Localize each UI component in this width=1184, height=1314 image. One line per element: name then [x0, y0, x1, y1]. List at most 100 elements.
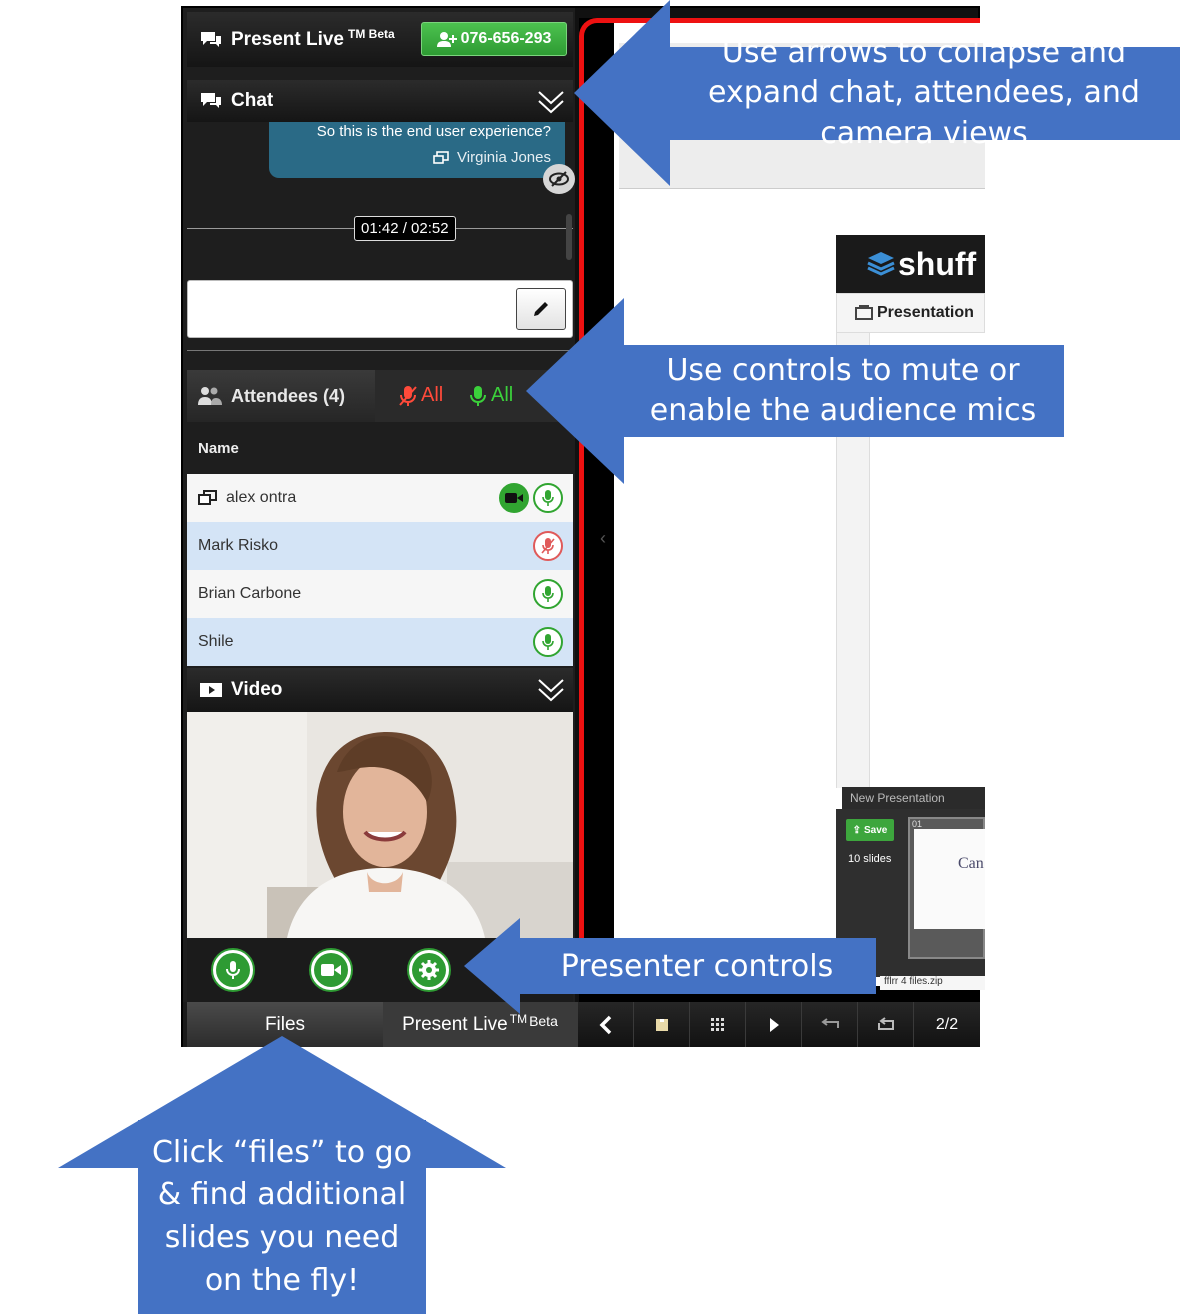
chat-divider	[187, 350, 573, 351]
attendees-title-tab[interactable]: Attendees (4)	[187, 370, 375, 422]
attendee-list: alex ontra Mark Risko Brian Carbone Shil…	[187, 474, 573, 666]
note-icon	[655, 1018, 668, 1031]
presentation-menu-label: Presentation	[877, 304, 974, 321]
stack-logo-icon	[867, 252, 895, 276]
loop-arrow-icon	[877, 1016, 894, 1030]
mic-icon	[542, 490, 554, 506]
slide-thumb-number: 01	[912, 819, 923, 829]
tab-present-live-label: Present Live	[402, 1013, 508, 1035]
video-icon	[200, 683, 222, 697]
annotation-mics-text: Use controls to mute or enable the audie…	[622, 345, 1064, 437]
slide-thumb-text: Can	[914, 829, 985, 929]
panel-toggle-chevron-icon[interactable]: ‹	[600, 528, 606, 549]
play-icon	[769, 1017, 779, 1032]
grid-button[interactable]	[689, 1002, 745, 1047]
shuffle-logo-text: shuff	[898, 245, 977, 282]
mic-icon	[542, 586, 554, 602]
tab-present-live-suffix: Beta	[529, 1012, 558, 1029]
attendees-column-name[interactable]: Name	[187, 422, 573, 474]
attendees-header: Attendees (4) All All	[187, 370, 573, 422]
notes-button[interactable]	[633, 1002, 689, 1047]
chevron-left-icon	[599, 1015, 611, 1034]
chat-title: Chat	[231, 90, 274, 111]
next-button[interactable]	[745, 1002, 801, 1047]
annotation-arrows-text: Use arrows to collapse and expand chat, …	[668, 35, 1180, 151]
camera-icon	[321, 964, 341, 976]
hide-eye-icon[interactable]	[543, 164, 575, 194]
file-strip: fflrr 4 files.zip	[880, 976, 985, 990]
screen-share-icon	[198, 490, 217, 505]
mute-all-label: All	[421, 384, 444, 406]
meeting-id: 076-656-293	[460, 30, 552, 47]
slide-navigation: 2/2	[577, 1002, 980, 1047]
present-live-header: Present Live TM Beta 076-656-293	[187, 12, 573, 67]
unmute-all-label: All	[491, 384, 514, 406]
attendee-mic-button[interactable]	[533, 579, 563, 609]
presentation-icon	[855, 305, 873, 320]
video-header[interactable]: Video	[187, 668, 573, 712]
chat-message: So this is the end user experience? Virg…	[269, 122, 565, 178]
meeting-id-button[interactable]: 076-656-293	[421, 22, 567, 56]
camera-icon	[505, 493, 523, 503]
slide-thumbnail[interactable]: 01 Can	[908, 817, 985, 959]
chat-sender: Virginia Jones	[433, 149, 551, 166]
annotation-files-spacer	[138, 1120, 426, 1168]
attendee-name: Shile	[198, 633, 234, 650]
presenter-settings-button[interactable]	[407, 948, 451, 992]
return-arrow-icon	[820, 1017, 839, 1028]
attendee-mic-button[interactable]	[533, 627, 563, 657]
collapse-chat-chevron-icon[interactable]	[537, 88, 565, 116]
mic-icon	[470, 385, 486, 406]
attendee-row[interactable]: Shile	[187, 618, 573, 666]
attendee-mic-button[interactable]	[533, 531, 563, 561]
attendees-title: Attendees (4)	[231, 385, 346, 406]
annotation-presenter-text: Presenter controls	[518, 938, 876, 994]
slides-count: 10 slides	[848, 853, 892, 865]
chat-message-text: So this is the end user experience?	[316, 123, 551, 140]
screen-share-icon	[433, 150, 449, 164]
presenter-camera-button[interactable]	[309, 948, 353, 992]
video-title: Video	[231, 679, 283, 700]
users-icon	[198, 387, 222, 405]
attendee-row[interactable]: Brian Carbone	[187, 570, 573, 618]
presenter-mic-button[interactable]	[211, 948, 255, 992]
mute-all-button[interactable]: All	[399, 384, 443, 407]
collapse-video-chevron-icon[interactable]	[537, 676, 565, 704]
mic-off-icon	[399, 385, 417, 406]
chat-input[interactable]	[187, 280, 573, 338]
shuffle-logo-bar: shuff	[836, 235, 985, 293]
upload-icon: ⇪	[852, 824, 862, 836]
presenter-video-frame	[187, 712, 573, 938]
attendee-mic-button[interactable]	[533, 483, 563, 513]
prev-button[interactable]	[577, 1002, 633, 1047]
add-user-icon	[436, 32, 457, 47]
app-title-super: TM Beta	[348, 26, 395, 41]
attendee-row[interactable]: Mark Risko	[187, 522, 573, 570]
grid-icon	[710, 1017, 724, 1031]
chat-header[interactable]: Chat	[187, 80, 573, 122]
chat-area: So this is the end user experience? Virg…	[187, 122, 575, 352]
mic-off-icon	[541, 538, 555, 554]
attendee-name: alex ontra	[226, 489, 297, 506]
chat-sender-name: Virginia Jones	[457, 149, 551, 166]
unmute-all-button[interactable]: All	[469, 384, 513, 407]
chat-scrollbar[interactable]	[566, 214, 572, 260]
back-button[interactable]	[801, 1002, 857, 1047]
gear-icon	[419, 960, 439, 980]
chat-bubbles-icon	[201, 93, 221, 108]
mic-icon	[226, 961, 240, 979]
chat-bubbles-icon	[201, 31, 221, 47]
mic-icon	[542, 634, 554, 650]
attendee-row[interactable]: alex ontra	[187, 474, 573, 522]
loop-button[interactable]	[857, 1002, 913, 1047]
save-label: Save	[864, 824, 888, 836]
presenter-video	[187, 712, 573, 938]
attendee-camera-button[interactable]	[499, 483, 529, 513]
attendee-name: Brian Carbone	[198, 585, 302, 602]
attendee-name: Mark Risko	[198, 537, 279, 554]
chat-playback-time: 01:42 / 02:52	[354, 216, 456, 241]
app-title: Present Live	[231, 28, 344, 50]
save-button[interactable]: ⇪ Save	[846, 819, 894, 841]
new-presentation-header: New Presentation	[842, 787, 985, 809]
presentation-menu[interactable]: Presentation	[836, 293, 985, 333]
